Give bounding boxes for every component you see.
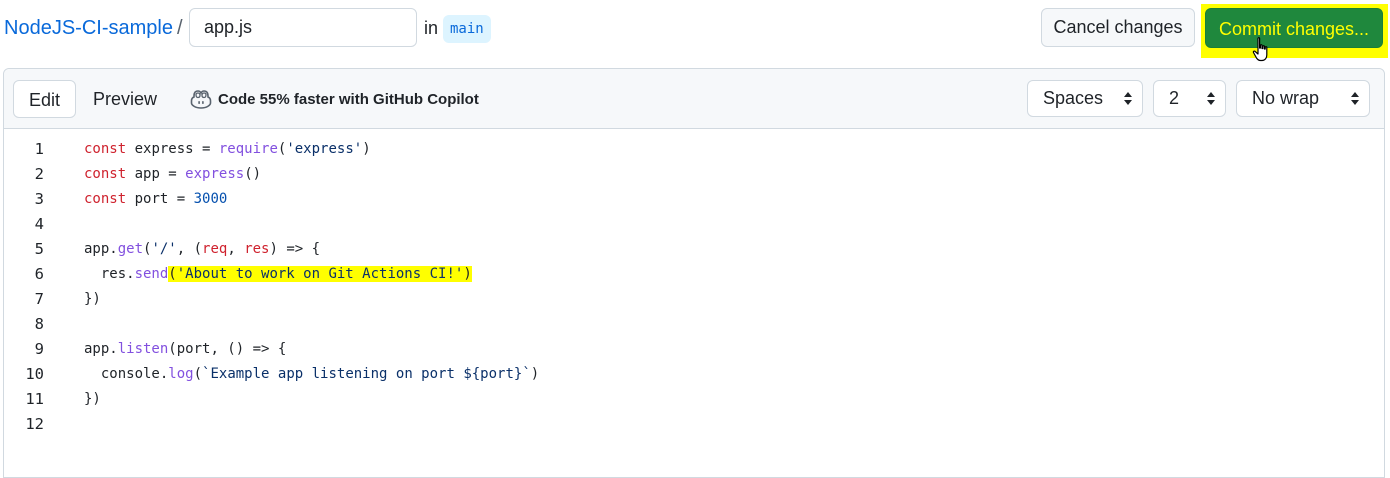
code-line[interactable]: 5 app.get('/', (req, res) => { <box>4 237 1384 262</box>
code-text: }) <box>84 391 101 407</box>
code-text: console.log(`Example app listening on po… <box>84 366 540 382</box>
line-number: 9 <box>34 340 44 358</box>
indent-mode-value: Spaces <box>1043 88 1104 108</box>
code-line[interactable]: 2 const app = express() <box>4 162 1384 187</box>
code-line[interactable]: 6 res.send('About to work on Git Actions… <box>4 262 1384 287</box>
cancel-changes-button[interactable]: Cancel changes <box>1041 8 1195 47</box>
copilot-promo-text: Code 55% faster with GitHub Copilot <box>218 90 479 108</box>
line-number: 11 <box>25 390 44 408</box>
code-text: const express = require('express') <box>84 141 371 157</box>
line-number: 7 <box>34 290 44 308</box>
highlighted-selection: ('About to work on Git Actions CI!') <box>168 266 472 282</box>
branch-badge: main <box>443 15 491 43</box>
tab-preview[interactable]: Preview <box>80 80 170 118</box>
indent-mode-select[interactable]: Spaces <box>1027 80 1143 117</box>
code-text: app.get('/', (req, res) => { <box>84 241 321 257</box>
code-line[interactable]: 11}) <box>4 387 1384 412</box>
tab-edit[interactable]: Edit <box>13 80 76 118</box>
in-label: in <box>424 18 439 38</box>
code-text: const app = express() <box>84 166 262 182</box>
wrap-mode-value: No wrap <box>1252 88 1320 108</box>
copilot-icon <box>190 90 212 109</box>
code-line[interactable]: 4 <box>4 212 1384 237</box>
indent-size-select[interactable]: 2 <box>1153 80 1226 117</box>
code-text: app.listen(port, () => { <box>84 341 287 357</box>
hand-pointer-icon <box>1252 37 1268 62</box>
line-number: 12 <box>25 415 44 433</box>
line-number: 6 <box>34 265 44 283</box>
line-number: 3 <box>34 190 44 208</box>
indent-size-value: 2 <box>1169 88 1180 108</box>
line-number: 5 <box>34 240 44 258</box>
line-number: 10 <box>25 365 44 383</box>
filename-input[interactable] <box>189 8 417 47</box>
code-editor: Edit Preview Code 55% faster with GitHub… <box>3 68 1385 478</box>
line-number: 4 <box>34 215 44 233</box>
code-text: const port = 3000 <box>84 191 228 207</box>
code-line[interactable]: 7}) <box>4 287 1384 312</box>
path-separator: / <box>177 17 183 39</box>
chevron-updown-icon <box>1207 92 1215 105</box>
line-number: 1 <box>34 140 44 158</box>
commit-changes-button[interactable]: Commit changes... <box>1205 8 1383 48</box>
code-area[interactable]: 1 const express = require('express') 2 cons… <box>4 128 1384 478</box>
copilot-promo[interactable]: Code 55% faster with GitHub Copilot <box>190 88 479 110</box>
editor-toolbar: Edit Preview Code 55% faster with GitHub… <box>4 69 1384 129</box>
code-text: }) <box>84 291 101 307</box>
code-line[interactable]: 10 console.log(`Example app listening on… <box>4 362 1384 387</box>
wrap-mode-select[interactable]: No wrap <box>1236 80 1370 117</box>
chevron-updown-icon <box>1124 92 1132 105</box>
code-line[interactable]: 12 <box>4 412 1384 437</box>
code-text: res.send('About to work on Git Actions C… <box>84 266 472 282</box>
line-number: 2 <box>34 165 44 183</box>
code-line[interactable]: 1 const express = require('express') <box>4 137 1384 162</box>
code-line[interactable]: 8 <box>4 312 1384 337</box>
chevron-updown-icon <box>1351 92 1359 105</box>
editor-header: NodeJS-CI-sample / in main Cancel change… <box>0 0 1390 62</box>
line-number: 8 <box>34 315 44 333</box>
code-line[interactable]: 9 app.listen(port, () => { <box>4 337 1384 362</box>
code-line[interactable]: 3 const port = 3000 <box>4 187 1384 212</box>
repo-link[interactable]: NodeJS-CI-sample <box>4 17 173 40</box>
